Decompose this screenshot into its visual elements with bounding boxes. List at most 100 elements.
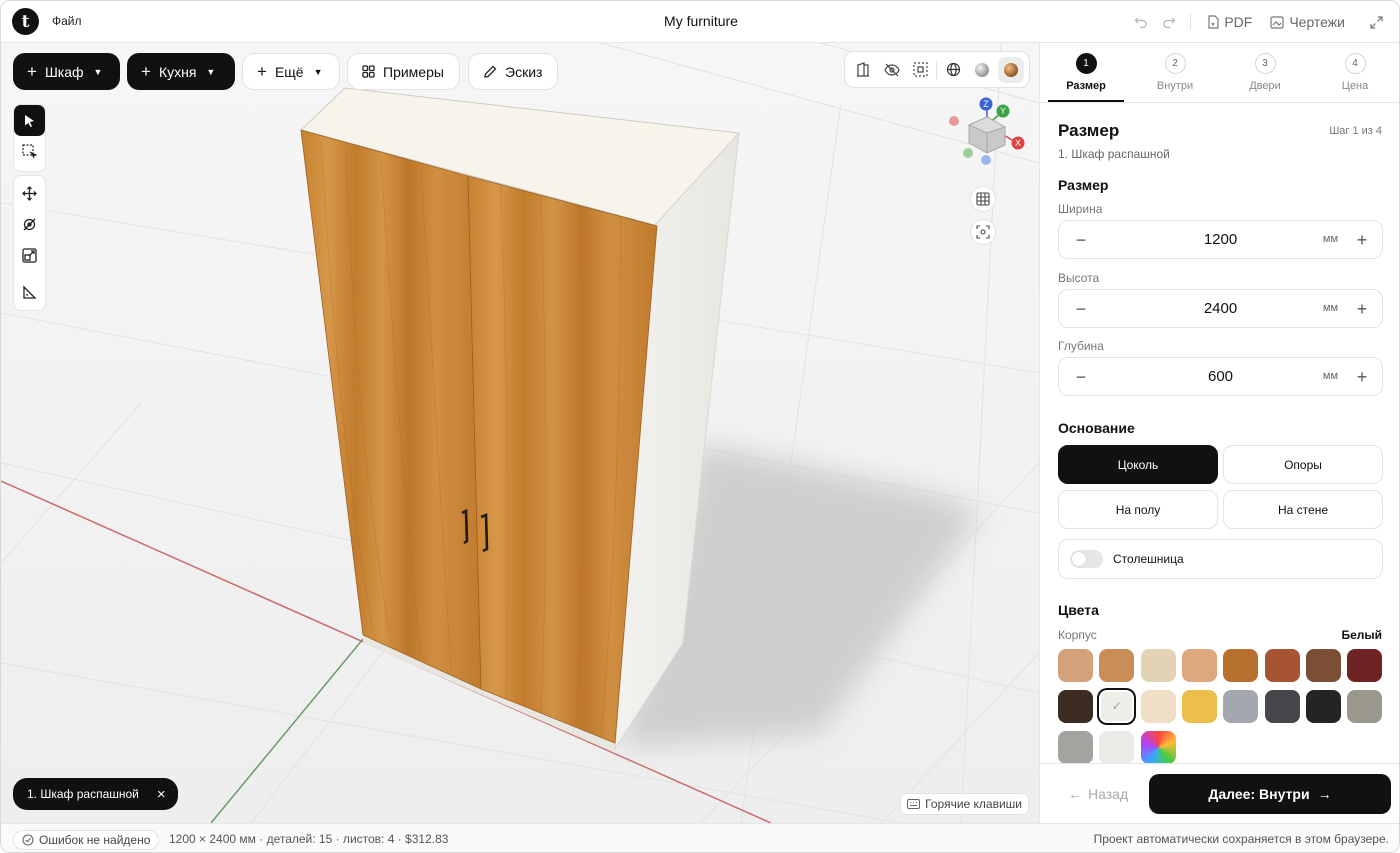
step-number: 4 bbox=[1344, 53, 1366, 74]
height-increment-button[interactable]: + bbox=[1352, 299, 1372, 319]
color-swatch[interactable] bbox=[1099, 731, 1135, 763]
selection-tools bbox=[13, 104, 46, 172]
check-circle-icon bbox=[22, 834, 34, 846]
scale-tool[interactable] bbox=[14, 240, 45, 271]
color-swatch[interactable]: ✓ bbox=[1099, 690, 1135, 723]
sketch-button[interactable]: Эскиз bbox=[468, 53, 558, 90]
fullscreen-icon[interactable] bbox=[1365, 12, 1387, 32]
color-swatch[interactable] bbox=[1181, 690, 1217, 723]
project-summary: 1200 × 2400 мм · деталей: 15 · листов: 4… bbox=[169, 832, 449, 846]
base-option-wall[interactable]: На стене bbox=[1223, 490, 1383, 529]
depth-label: Глубина bbox=[1058, 339, 1104, 353]
color-swatch[interactable] bbox=[1058, 690, 1093, 723]
grid-toggle-button[interactable] bbox=[970, 186, 996, 212]
hotkeys-button[interactable]: Горячие клавиши bbox=[900, 793, 1029, 815]
color-swatch[interactable] bbox=[1347, 649, 1383, 682]
width-decrement-button[interactable]: − bbox=[1071, 230, 1091, 250]
close-icon[interactable]: × bbox=[157, 787, 166, 802]
add-wardrobe-button[interactable]: + Шкаф ▼ bbox=[13, 53, 120, 90]
color-swatch[interactable] bbox=[1264, 649, 1300, 682]
color-swatch[interactable] bbox=[1181, 649, 1217, 682]
depth-decrement-button[interactable]: − bbox=[1071, 367, 1091, 387]
hide-button[interactable] bbox=[879, 57, 905, 83]
measure-tool[interactable] bbox=[14, 277, 45, 308]
base-option-floor[interactable]: На полу bbox=[1058, 490, 1218, 529]
undo-icon[interactable] bbox=[1130, 12, 1152, 32]
redo-icon[interactable] bbox=[1158, 12, 1180, 32]
rotate-tool[interactable] bbox=[14, 209, 45, 240]
back-button[interactable]: ← Назад bbox=[1058, 774, 1148, 814]
next-label: Далее: Внутри bbox=[1208, 786, 1310, 802]
image-icon bbox=[1270, 15, 1284, 29]
add-kitchen-button[interactable]: + Кухня ▼ bbox=[127, 53, 235, 90]
color-swatch[interactable] bbox=[1223, 690, 1259, 723]
color-swatch[interactable] bbox=[1264, 690, 1300, 723]
examples-button[interactable]: Примеры bbox=[347, 53, 460, 90]
countertop-row[interactable]: Столешница bbox=[1058, 539, 1383, 579]
tab-price[interactable]: 4 Цена bbox=[1317, 53, 1393, 92]
hotkeys-label: Горячие клавиши bbox=[925, 797, 1022, 811]
scene-canvas[interactable] bbox=[1, 43, 1039, 823]
panel-subtitle: 1. Шкаф распашной bbox=[1058, 147, 1170, 161]
keyboard-icon bbox=[907, 799, 921, 809]
width-increment-button[interactable]: + bbox=[1352, 230, 1372, 250]
file-menu[interactable]: Файл bbox=[52, 14, 82, 28]
bounding-box-button[interactable] bbox=[908, 57, 934, 83]
3d-viewport[interactable]: + Шкаф ▼ + Кухня ▼ + Ещё ▼ Примеры Эскиз bbox=[1, 43, 1039, 823]
body-color-label: Корпус bbox=[1058, 628, 1097, 642]
color-swatch[interactable] bbox=[1099, 649, 1135, 682]
pdf-label: PDF bbox=[1224, 14, 1253, 30]
box-select-tool[interactable] bbox=[14, 136, 45, 167]
color-swatch[interactable] bbox=[1058, 731, 1093, 763]
app-logo[interactable]: t bbox=[12, 8, 39, 35]
selected-object-label: 1. Шкаф распашной bbox=[27, 787, 139, 801]
check-icon: ✓ bbox=[1111, 699, 1122, 713]
axis-y-label: Y bbox=[1000, 106, 1006, 116]
solid-button[interactable] bbox=[969, 57, 995, 83]
color-swatch[interactable] bbox=[1140, 731, 1176, 763]
arrow-right-icon: → bbox=[1317, 786, 1332, 802]
panel-content[interactable]: Размер Шаг 1 из 4 1. Шкаф распашной Разм… bbox=[1058, 103, 1384, 763]
colors-section-title: Цвета bbox=[1058, 602, 1099, 618]
move-tool[interactable] bbox=[14, 178, 45, 209]
tab-doors[interactable]: 3 Двери bbox=[1227, 53, 1303, 92]
textured-button[interactable] bbox=[997, 56, 1024, 83]
scale-icon bbox=[22, 248, 37, 263]
base-option-plinth[interactable]: Цоколь bbox=[1058, 445, 1218, 484]
body-color-value: Белый bbox=[1341, 628, 1382, 642]
countertop-toggle[interactable] bbox=[1070, 550, 1103, 568]
color-swatch[interactable] bbox=[1305, 690, 1341, 723]
focus-icon bbox=[976, 225, 990, 239]
step-label: Цена bbox=[1341, 80, 1369, 92]
orientation-gizmo[interactable]: Z Y X bbox=[945, 95, 1031, 171]
wall-view-button[interactable] bbox=[850, 57, 876, 83]
step-counter: Шаг 1 из 4 bbox=[1329, 125, 1382, 137]
pdf-button[interactable]: PDF bbox=[1201, 14, 1258, 30]
color-swatch[interactable] bbox=[1058, 649, 1093, 682]
base-option-legs[interactable]: Опоры bbox=[1223, 445, 1383, 484]
errors-status[interactable]: Ошибок не найдено bbox=[13, 830, 160, 850]
status-bar: Ошибок не найдено 1200 × 2400 мм · детал… bbox=[1, 823, 1399, 852]
color-swatch[interactable] bbox=[1140, 690, 1176, 723]
wireframe-button[interactable] bbox=[940, 57, 966, 83]
color-swatch[interactable] bbox=[1305, 649, 1341, 682]
next-button[interactable]: Далее: Внутри → bbox=[1149, 774, 1391, 814]
step-tabs: 1 Размер 2 Внутри 3 Двери 4 Цена bbox=[1040, 43, 1399, 103]
color-swatch[interactable] bbox=[1140, 649, 1176, 682]
drawings-button[interactable]: Чертежи bbox=[1264, 14, 1351, 30]
select-tool[interactable] bbox=[14, 105, 45, 136]
depth-increment-button[interactable]: + bbox=[1352, 367, 1372, 387]
app-window: t Файл My furniture PDF Чертежи + Шкаф ▼… bbox=[0, 0, 1400, 853]
tab-size[interactable]: 1 Размер bbox=[1048, 53, 1124, 92]
document-title[interactable]: My furniture bbox=[664, 13, 738, 29]
fit-view-button[interactable] bbox=[970, 219, 996, 245]
color-swatch[interactable] bbox=[1223, 649, 1259, 682]
color-swatches: ✓ bbox=[1058, 649, 1384, 763]
color-swatch[interactable] bbox=[1347, 690, 1383, 723]
selected-object-chip[interactable]: 1. Шкаф распашной × bbox=[13, 778, 178, 810]
more-button[interactable]: + Ещё ▼ bbox=[242, 53, 340, 90]
depth-unit: мм bbox=[1322, 370, 1338, 382]
height-decrement-button[interactable]: − bbox=[1071, 299, 1091, 319]
tab-inside[interactable]: 2 Внутри bbox=[1137, 53, 1213, 92]
step-number: 1 bbox=[1075, 53, 1097, 74]
